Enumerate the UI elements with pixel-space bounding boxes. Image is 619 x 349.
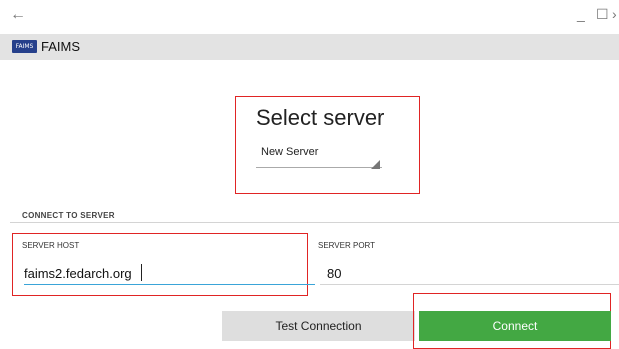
back-arrow-icon[interactable]: ← [10,6,26,24]
section-divider [10,222,619,223]
server-host-label: SERVER HOST [22,241,80,250]
server-port-label: SERVER PORT [318,241,376,250]
text-cursor [141,264,142,281]
window-titlebar: ← _ ☐ › [0,0,619,34]
server-spinner-underline [256,167,382,168]
minimize-icon[interactable]: _ [577,6,585,22]
server-port-input[interactable] [327,260,617,286]
faims-logo-icon: FAIMS [12,40,37,53]
connect-button[interactable]: Connect [419,311,611,341]
more-icon[interactable]: › [612,6,617,22]
app-bar: FAIMS FAIMS [0,34,619,60]
connect-section-label: CONNECT TO SERVER [22,211,115,220]
select-server-title: Select server [256,105,385,130]
server-host-underline [24,284,315,285]
server-host-input[interactable] [24,260,314,286]
test-connection-button[interactable]: Test Connection [222,311,415,341]
maximize-icon[interactable]: ☐ [596,6,609,23]
server-port-underline [320,284,619,285]
app-title: FAIMS [41,39,81,54]
dropdown-triangle-icon[interactable] [371,160,380,169]
server-spinner-value[interactable]: New Server [261,146,318,158]
